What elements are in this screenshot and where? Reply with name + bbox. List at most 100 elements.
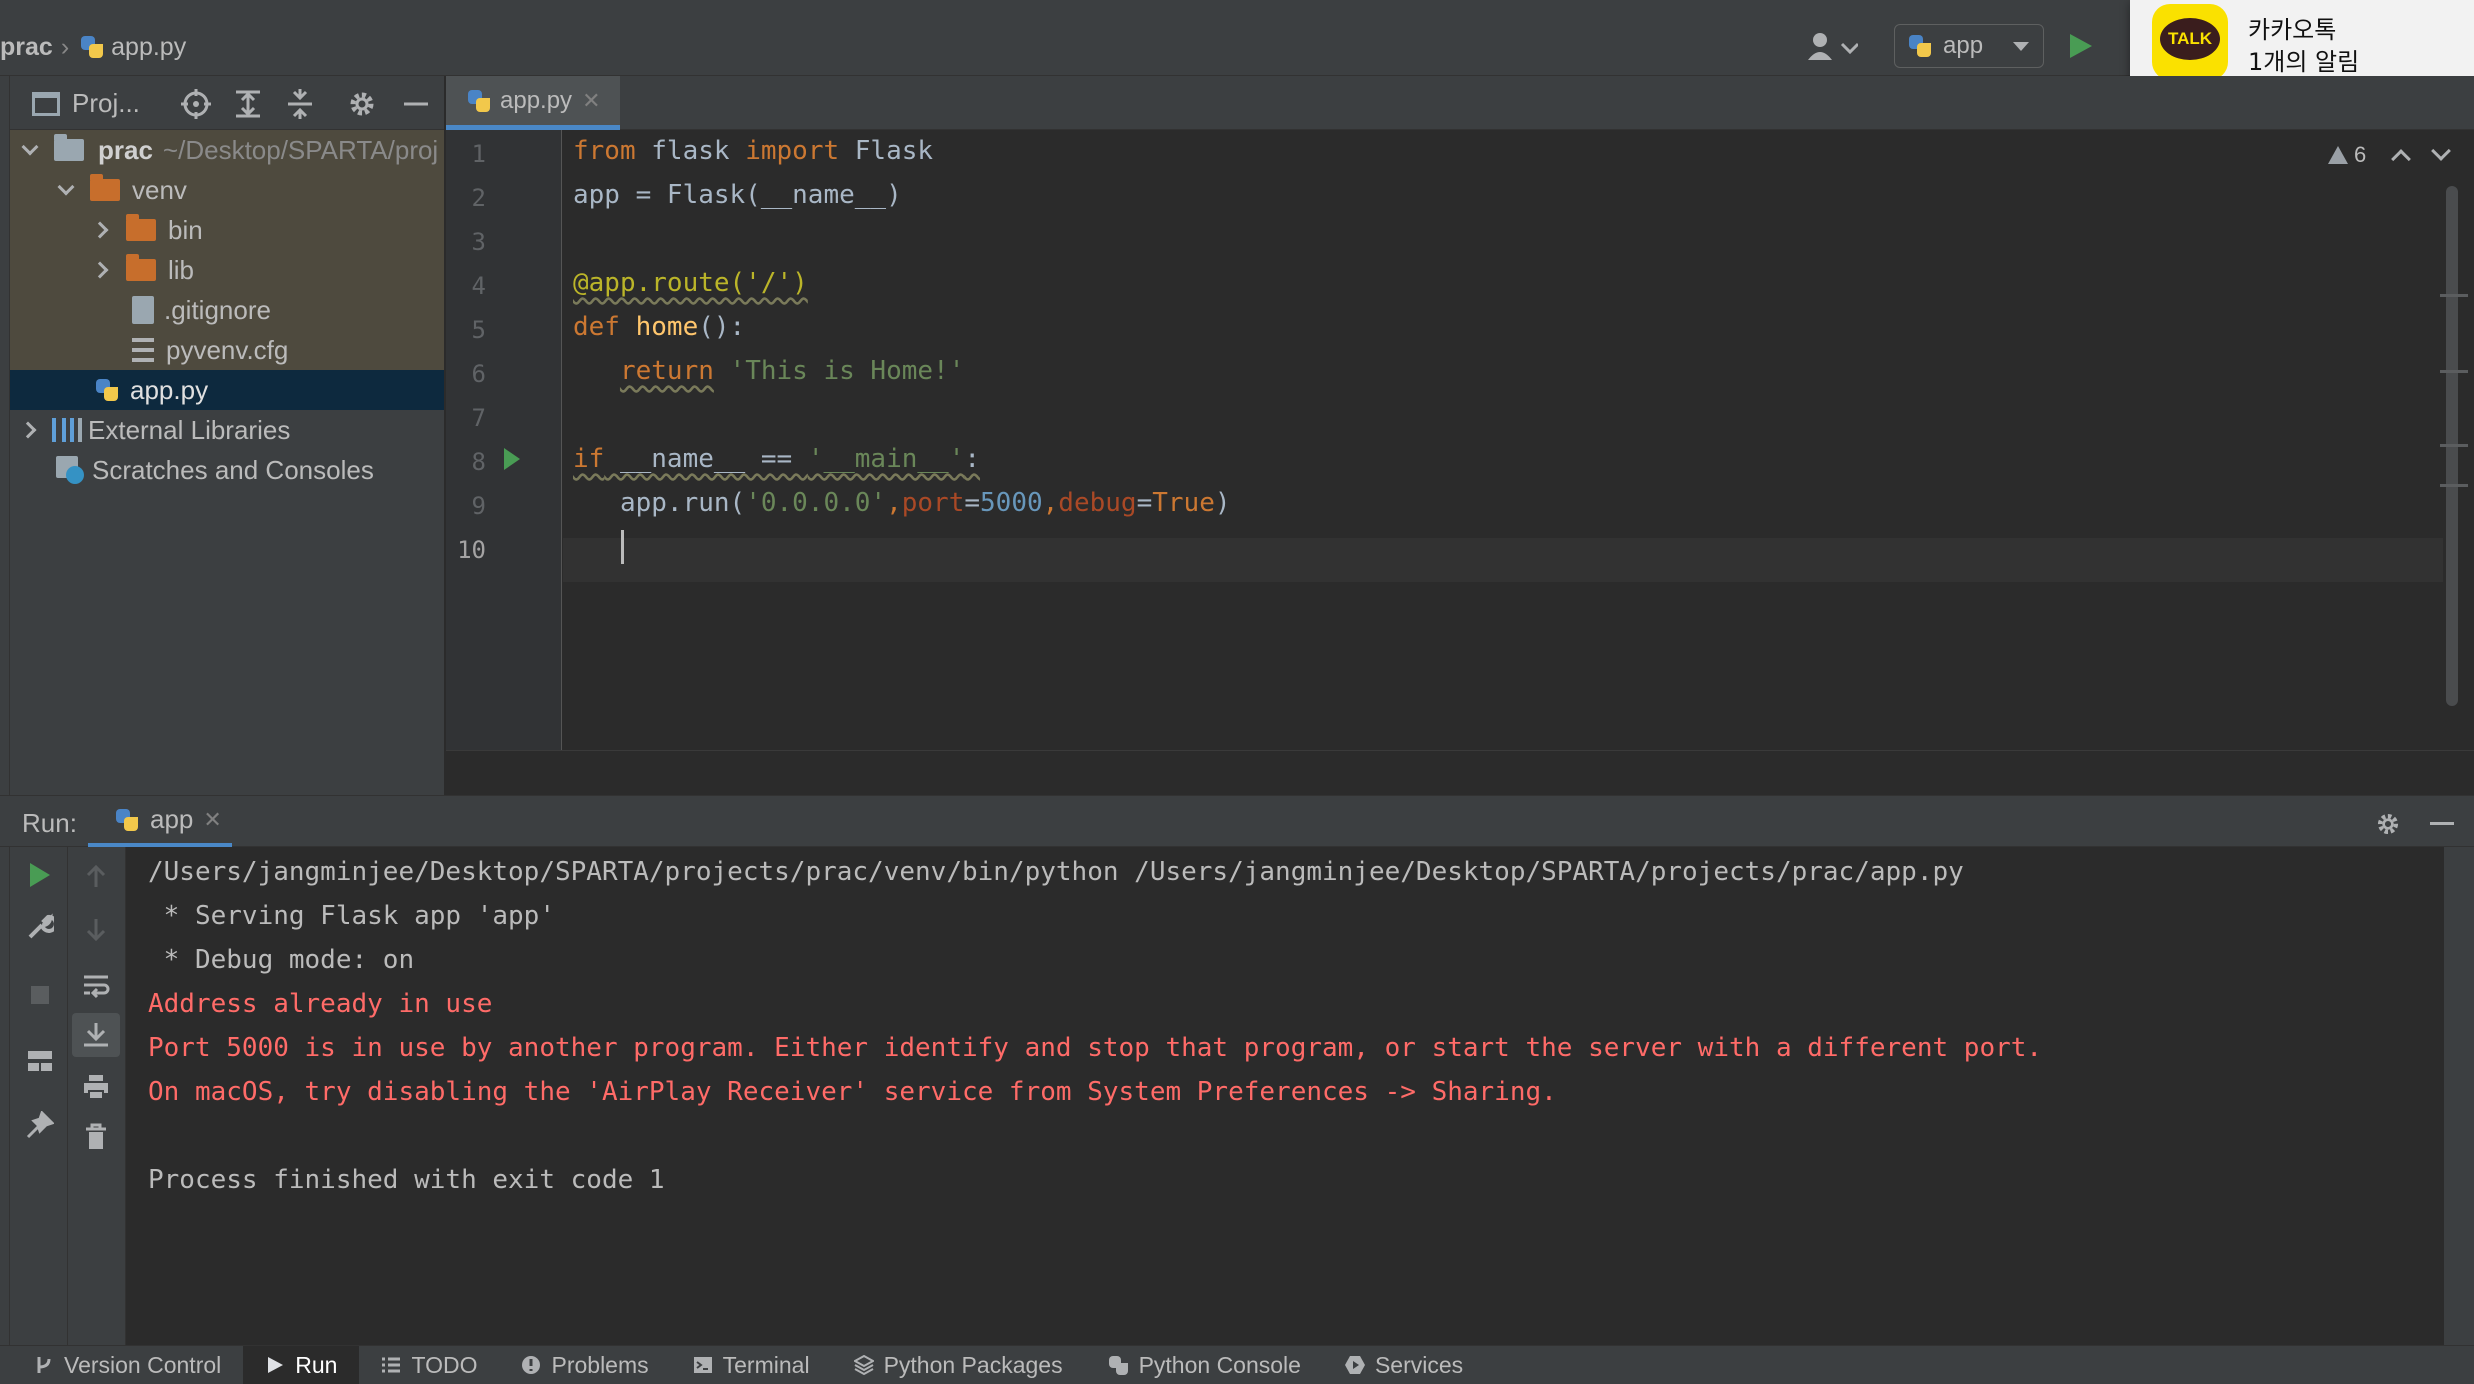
code-line-1: from flask import Flask: [573, 136, 934, 166]
error-stripe-mark[interactable]: [2440, 444, 2468, 447]
scroll-up-icon[interactable]: [82, 863, 110, 891]
trash-icon[interactable]: [82, 1123, 110, 1151]
tool-services[interactable]: Services: [1323, 1346, 1485, 1384]
inspection-warnings[interactable]: 6: [2328, 142, 2366, 168]
tool-window-bar: Version Control Run TODO Problems Termin…: [0, 1345, 2474, 1384]
stop-icon[interactable]: [26, 981, 54, 1009]
line-number: 6: [471, 360, 486, 388]
notification-message: 1개의 알림: [2248, 48, 2360, 76]
chevron-right-icon[interactable]: [91, 221, 109, 239]
folder-icon: [90, 174, 120, 201]
run-tab-app[interactable]: app ✕: [88, 796, 232, 848]
line-number: 8: [471, 448, 486, 476]
tree-item-gitignore[interactable]: .gitignore: [10, 290, 444, 330]
project-panel-header: Proj...: [10, 76, 444, 130]
ignore-file-icon: [132, 296, 154, 324]
chevron-right-icon[interactable]: [19, 421, 37, 439]
close-icon[interactable]: ✕: [203, 807, 221, 833]
tree-item-venv[interactable]: venv: [10, 170, 444, 210]
minimize-icon[interactable]: [400, 88, 432, 120]
breadcrumb-project[interactable]: prac: [0, 33, 53, 62]
tree-item-scratches[interactable]: Scratches and Consoles: [10, 450, 444, 490]
code-editor[interactable]: from flask import Flask app = Flask(__na…: [563, 130, 2443, 750]
code-line-6: return 'This is Home!': [619, 356, 965, 386]
tool-label: Python Console: [1138, 1351, 1301, 1378]
tree-item-external-libraries[interactable]: External Libraries: [10, 410, 444, 450]
tool-python-packages[interactable]: Python Packages: [832, 1346, 1085, 1384]
error-stripe-mark[interactable]: [2440, 484, 2468, 487]
gear-icon[interactable]: [346, 88, 378, 120]
tree-item-pyvenv-cfg[interactable]: pyvenv.cfg: [10, 330, 444, 370]
console-vertical-scrollbar[interactable]: [2444, 847, 2474, 1345]
run-gutter-icon[interactable]: [504, 448, 520, 470]
current-line-highlight: [563, 538, 2443, 582]
tree-item-label: pyvenv.cfg: [166, 334, 289, 365]
config-file-icon: [132, 338, 154, 362]
tool-todo[interactable]: TODO: [359, 1346, 499, 1384]
tool-version-control[interactable]: Version Control: [0, 1346, 243, 1384]
tool-label: Terminal: [722, 1351, 810, 1378]
line-number: 5: [471, 316, 486, 344]
breadcrumb-file[interactable]: app.py: [111, 33, 186, 62]
minimize-icon[interactable]: [2430, 822, 2454, 825]
run-panel-header: Run: app ✕: [0, 795, 2474, 848]
scroll-to-end-icon: [84, 1023, 108, 1047]
tool-problems[interactable]: Problems: [499, 1346, 670, 1384]
tool-label: Version Control: [64, 1351, 222, 1378]
tree-item-app-py[interactable]: app.py: [10, 370, 444, 410]
left-tool-strip: [0, 76, 10, 1345]
problems-icon: [522, 1356, 541, 1374]
line-number: 4: [471, 272, 486, 300]
error-stripe-mark[interactable]: [2440, 294, 2468, 297]
run-console-output[interactable]: /Users/jangminjee/Desktop/SPARTA/project…: [126, 847, 2442, 1345]
collapse-all-icon[interactable]: [284, 88, 316, 120]
run-toolbar-primary: [10, 847, 68, 1345]
chevron-right-icon[interactable]: [91, 261, 109, 279]
print-icon[interactable]: [82, 1073, 110, 1101]
editor-bottom-area: [446, 750, 2474, 795]
console-error-line: Port 5000 is in use by another program. …: [148, 1033, 2043, 1063]
list-icon: [382, 1357, 401, 1373]
project-tree: prac ~/Desktop/SPARTA/proj venv bin lib …: [10, 130, 444, 795]
tool-terminal[interactable]: Terminal: [671, 1346, 832, 1384]
scroll-to-end-toggle[interactable]: [72, 1013, 120, 1057]
tree-item-label: bin: [168, 214, 203, 245]
chevron-down-icon[interactable]: [57, 178, 75, 196]
locate-file-icon[interactable]: [180, 88, 212, 120]
tool-label: Services: [1374, 1351, 1464, 1378]
run-icon[interactable]: [2068, 32, 2094, 60]
services-icon: [1344, 1356, 1365, 1374]
folder-icon: [54, 134, 84, 161]
run-configuration-name: app: [1943, 32, 1984, 59]
tree-item-label: app.py: [130, 374, 209, 405]
run-tab-label: app: [150, 804, 194, 834]
code-line-4: @app.route('/'): [573, 268, 808, 298]
text-caret: [621, 530, 624, 564]
code-line-5: def home():: [573, 312, 746, 342]
packages-icon: [853, 1355, 874, 1375]
soft-wrap-icon[interactable]: [82, 971, 110, 999]
error-stripe-mark[interactable]: [2440, 370, 2468, 373]
gear-icon[interactable]: [2374, 810, 2402, 838]
chevron-down-icon: [2013, 41, 2029, 51]
project-panel-title[interactable]: Proj...: [32, 88, 140, 119]
user-account-icon[interactable]: [1806, 32, 1858, 62]
tool-python-console[interactable]: Python Console: [1085, 1346, 1323, 1384]
expand-all-icon[interactable]: [232, 88, 264, 120]
chevron-down-icon[interactable]: [21, 138, 39, 156]
scroll-down-icon[interactable]: [82, 915, 110, 943]
console-line: * Debug mode: on: [148, 945, 415, 975]
tree-item-lib[interactable]: lib: [10, 250, 444, 290]
rerun-icon[interactable]: [26, 861, 54, 889]
tab-app-py[interactable]: app.py ✕: [446, 76, 620, 130]
close-icon[interactable]: ✕: [582, 88, 600, 114]
python-console-icon: [1107, 1354, 1129, 1376]
tool-label: Python Packages: [883, 1351, 1063, 1378]
layout-icon[interactable]: [26, 1047, 54, 1075]
wrench-icon[interactable]: [26, 913, 54, 941]
tree-item-bin[interactable]: bin: [10, 210, 444, 250]
tree-item-prac[interactable]: prac ~/Desktop/SPARTA/proj: [10, 130, 444, 170]
run-configuration-selector[interactable]: app: [1894, 24, 2044, 68]
pin-icon[interactable]: [26, 1111, 54, 1139]
tool-run[interactable]: Run: [243, 1345, 360, 1384]
